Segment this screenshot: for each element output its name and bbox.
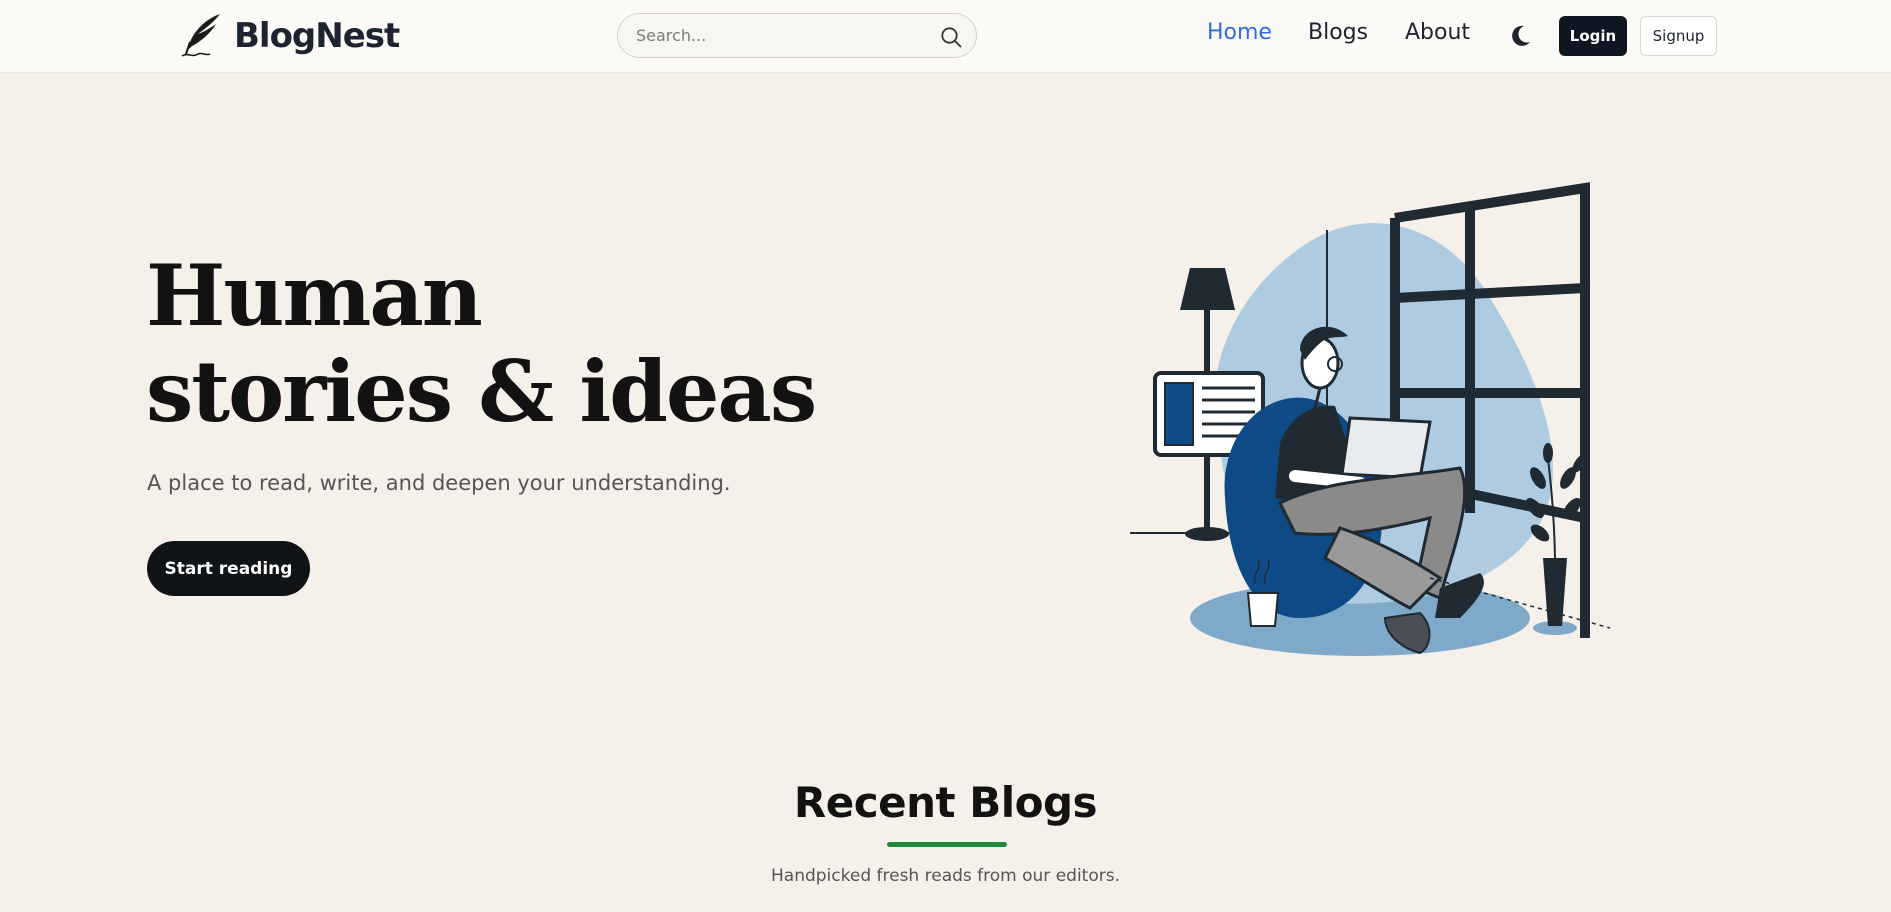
search-icon[interactable] — [940, 26, 962, 48]
hero-subtitle: A place to read, write, and deepen your … — [147, 471, 731, 495]
hero-title-line1: Human — [146, 246, 483, 345]
login-button[interactable]: Login — [1559, 16, 1627, 56]
recent-blogs-subtitle: Handpicked fresh reads from our editors. — [771, 866, 1120, 886]
start-reading-button[interactable]: Start reading — [147, 541, 310, 596]
nav-home[interactable]: Home — [1207, 20, 1272, 45]
nav-about[interactable]: About — [1405, 20, 1470, 45]
title-underline — [887, 842, 1007, 847]
signup-button[interactable]: Signup — [1640, 16, 1717, 56]
hero-title: Human stories & ideas — [146, 246, 817, 441]
search-input[interactable] — [636, 14, 926, 57]
recent-blogs-title: Recent Blogs — [793, 778, 1098, 827]
moon-icon[interactable] — [1507, 23, 1533, 49]
brand-logo[interactable]: BlogNest — [180, 12, 400, 60]
quill-icon — [181, 14, 220, 57]
brand-name: BlogNest — [234, 16, 400, 56]
nav-blogs[interactable]: Blogs — [1308, 20, 1368, 45]
reading-illustration — [1130, 182, 1611, 656]
site-header: BlogNest Home Blogs About Login Signup — [0, 0, 1891, 73]
search-box — [617, 13, 977, 58]
hero-title-line2: stories & ideas — [146, 342, 817, 441]
